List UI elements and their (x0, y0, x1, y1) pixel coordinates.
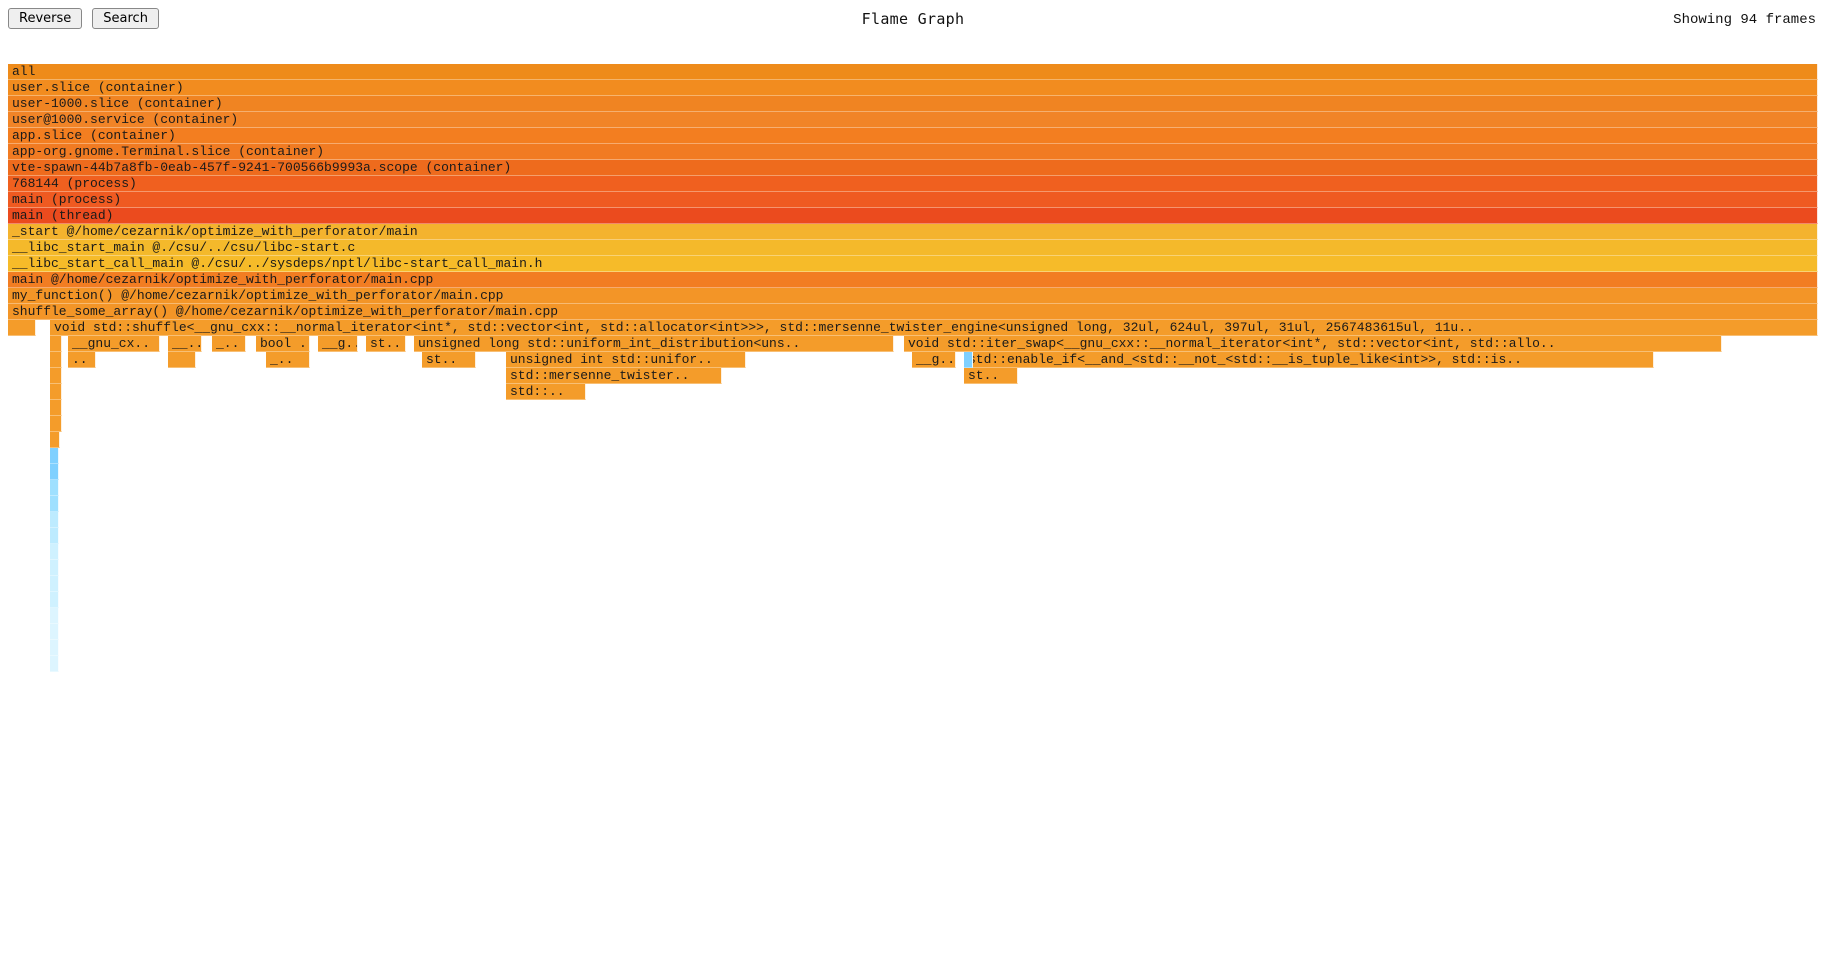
flame-frame[interactable]: app-org.gnome.Terminal.slice (container) (8, 144, 1818, 160)
flame-frame[interactable]: __gnu_cx.. (68, 336, 160, 352)
flame-frame[interactable] (50, 608, 59, 624)
flame-frame[interactable] (50, 400, 62, 416)
flame-frame[interactable]: main (thread) (8, 208, 1818, 224)
flame-frame[interactable]: _.. (266, 352, 310, 368)
flame-frame[interactable]: st.. (964, 368, 1018, 384)
flame-frame[interactable]: std::.. (506, 384, 586, 400)
flame-frame[interactable] (50, 496, 59, 512)
flame-frame[interactable]: __libc_start_call_main @./csu/../sysdeps… (8, 256, 1818, 272)
flame-graph[interactable]: alluser.slice (container)user-1000.slice… (8, 64, 1818, 704)
flame-frame[interactable] (50, 560, 59, 576)
flame-frame[interactable]: __g.. (318, 336, 358, 352)
flame-frame[interactable]: _start @/home/cezarnik/optimize_with_per… (8, 224, 1818, 240)
flame-frame[interactable]: user-1000.slice (container) (8, 96, 1818, 112)
flame-frame[interactable]: _.. (212, 336, 246, 352)
flame-frame[interactable]: unsigned int std::unifor.. (506, 352, 746, 368)
flame-frame[interactable]: 768144 (process) (8, 176, 1818, 192)
flame-frame[interactable] (50, 640, 59, 656)
flame-frame[interactable]: .. (68, 352, 96, 368)
flame-frame[interactable] (50, 624, 59, 640)
flame-frame[interactable] (50, 432, 60, 448)
flame-frame[interactable]: __g.. (912, 352, 956, 368)
flame-frame[interactable]: unsigned long std::uniform_int_distribut… (414, 336, 894, 352)
flame-frame[interactable]: std::mersenne_twister.. (506, 368, 722, 384)
flame-frame[interactable]: shuffle_some_array() @/home/cezarnik/opt… (8, 304, 1818, 320)
flame-frame[interactable]: my_function() @/home/cezarnik/optimize_w… (8, 288, 1818, 304)
flame-frame[interactable]: main (process) (8, 192, 1818, 208)
flame-frame[interactable] (50, 656, 59, 672)
flame-frame[interactable] (50, 368, 62, 384)
flame-frame[interactable]: st.. (422, 352, 476, 368)
flame-frame[interactable] (50, 544, 59, 560)
flame-frame[interactable] (50, 352, 62, 368)
flame-frame[interactable]: all (8, 64, 1818, 80)
page-title: Flame Graph (0, 10, 1826, 28)
flame-frame[interactable] (50, 384, 62, 400)
flame-frame[interactable]: void std::shuffle<__gnu_cxx::__normal_it… (50, 320, 1818, 336)
header: Reverse Search Flame Graph Showing 94 fr… (0, 0, 1826, 38)
flame-frame[interactable]: user.slice (container) (8, 80, 1818, 96)
flame-frame[interactable] (8, 320, 36, 336)
flame-frame[interactable] (168, 352, 196, 368)
status-frames: Showing 94 frames (1673, 12, 1816, 28)
flame-frame[interactable]: std::enable_if<__and_<std::__not_<std::_… (964, 352, 1654, 368)
flame-frame[interactable] (50, 576, 59, 592)
flame-frame[interactable] (964, 352, 973, 368)
flame-frame[interactable] (50, 512, 59, 528)
flame-frame[interactable] (50, 464, 59, 480)
flame-frame[interactable]: main @/home/cezarnik/optimize_with_perfo… (8, 272, 1818, 288)
flame-frame[interactable]: user@1000.service (container) (8, 112, 1818, 128)
flame-frame[interactable]: bool .. (256, 336, 310, 352)
flame-frame[interactable]: app.slice (container) (8, 128, 1818, 144)
flame-frame[interactable]: vte-spawn-44b7a8fb-0eab-457f-9241-700566… (8, 160, 1818, 176)
flame-frame[interactable]: st.. (366, 336, 406, 352)
flame-frame[interactable] (50, 592, 59, 608)
flame-frame[interactable] (50, 528, 59, 544)
flame-frame[interactable]: void std::iter_swap<__gnu_cxx::__normal_… (904, 336, 1722, 352)
flame-frame[interactable] (50, 416, 62, 432)
flame-frame[interactable] (50, 336, 62, 352)
flame-frame[interactable]: __.. (168, 336, 202, 352)
flame-frame[interactable] (50, 480, 59, 496)
flame-frame[interactable] (50, 448, 59, 464)
flame-frame[interactable]: __libc_start_main @./csu/../csu/libc-sta… (8, 240, 1818, 256)
